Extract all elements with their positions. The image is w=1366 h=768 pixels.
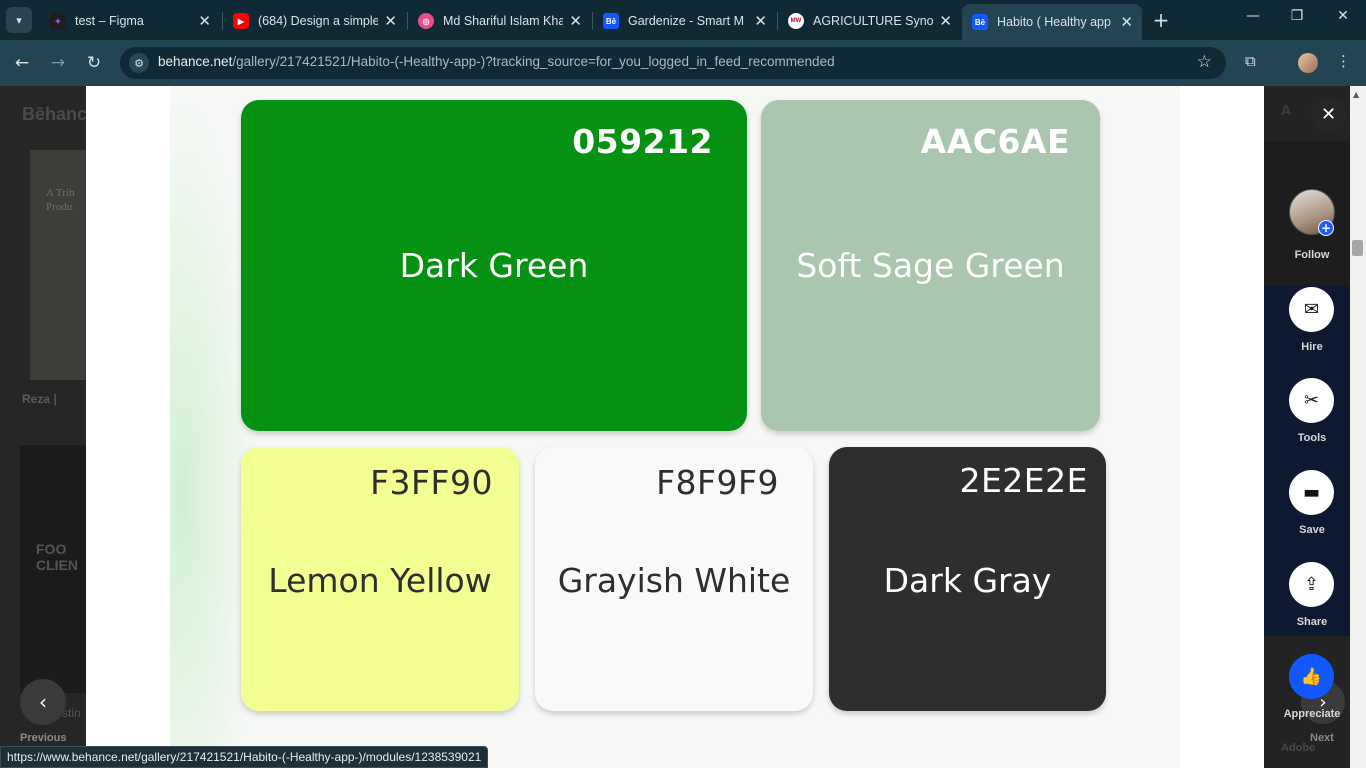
share-button[interactable]: ⇪ [1289,562,1334,607]
adobe-label: Adobe [1281,742,1316,754]
figma-icon: ✦ [50,13,66,29]
color-palette-image: 059212 Dark Green AAC6AE Soft Sage Green… [170,86,1180,768]
tab-youtube[interactable]: ▶ (684) Design a simple ✕ [223,6,406,36]
follow-label[interactable]: Follow [1272,249,1352,261]
browser-toolbar: ← → ↻ ⚙ behance.net/gallery/217421521/Ha… [0,40,1366,86]
behance-icon: Bē [972,14,988,30]
tab-title: test – Figma [75,14,144,28]
dribbble-icon: ◎ [418,13,434,29]
save-button[interactable]: ▬ [1289,470,1334,515]
tab-title: Habito ( Healthy app [997,15,1111,29]
close-tab-icon[interactable]: ✕ [754,12,767,30]
window-close-icon[interactable]: ✕ [1328,8,1358,24]
close-icon: ✕ [1320,104,1337,125]
envelope-icon: ✉ [1303,299,1320,320]
swatch-hex-code: F8F9F9 [656,463,779,502]
swatch-color-name: Grayish White [557,561,791,600]
forward-arrow-icon[interactable]: → [46,51,70,75]
hire-label: Hire [1301,341,1323,353]
swatch-color-name: Lemon Yellow [268,561,492,600]
swatch-hex-code: AAC6AE [920,122,1070,161]
browser-tab-bar: ▾ ✦ test – Figma ✕ ▶ (684) Design a simp… [0,0,1366,40]
thumbs-up-icon: 👍 [1300,666,1323,687]
tab-figma[interactable]: ✦ test – Figma ✕ [40,6,220,36]
thumbnail-text: FOO CLIEN [36,541,78,573]
swatch-grayish-white: F8F9F9 Grayish White [535,447,813,711]
swatch-soft-sage-green: AAC6AE Soft Sage Green [761,100,1100,431]
status-bar-link-preview: https://www.behance.net/gallery/21742152… [0,746,489,768]
site-settings-icon[interactable]: ⚙ [129,53,149,73]
chevron-left-icon: ‹ [39,690,47,714]
youtube-icon: ▶ [233,13,249,29]
close-tab-icon[interactable]: ✕ [198,12,211,30]
close-modal-button[interactable]: ✕ [1311,97,1346,132]
project-thumbnail[interactable]: A Trib Produ [30,150,86,380]
swatch-dark-green: 059212 Dark Green [241,100,747,431]
behance-icon: Bē [603,13,619,29]
chrome-menu-icon[interactable]: ⋮ [1336,52,1351,70]
new-tab-icon[interactable]: + [1150,7,1172,33]
merriam-webster-icon: MW [788,13,804,29]
project-owner[interactable]: Reza | [22,392,57,406]
tab-dribbble[interactable]: ◎ Md Shariful Islam Kha ✕ [408,6,591,36]
scroll-up-icon[interactable]: ▲ [1353,90,1359,99]
swatch-color-name: Soft Sage Green [796,246,1065,285]
swatch-hex-code: F3FF90 [370,463,493,502]
swatch-color-name: Dark Green [399,246,589,285]
url-text[interactable]: behance.net/gallery/217421521/Habito-(-H… [158,54,835,69]
tab-merriam-webster[interactable]: MW AGRICULTURE Synony ✕ [778,6,961,36]
share-icon: ⇪ [1303,574,1320,595]
tools-label: Tools [1297,432,1327,444]
restore-icon[interactable]: ❐ [1282,8,1312,24]
url-host: behance.net [158,54,233,69]
tools-button[interactable]: ✂ [1289,378,1334,423]
close-tab-icon[interactable]: ✕ [569,12,582,30]
project-thumbnail[interactable]: FOO CLIEN [20,445,86,693]
back-arrow-icon[interactable]: ← [10,51,34,75]
save-label: Save [1299,524,1325,536]
close-tab-icon[interactable]: ✕ [939,12,952,30]
appreciate-label: Appreciate [1283,708,1341,720]
folder-icon: ▬ [1302,482,1320,503]
tab-title: Gardenize - Smart M [628,14,745,28]
bookmark-star-icon[interactable]: ☆ [1197,52,1212,72]
previous-label: Previous [20,732,67,744]
close-tab-icon[interactable]: ✕ [384,12,397,30]
tab-gardenize[interactable]: Bē Gardenize - Smart M ✕ [593,6,776,36]
project-modal: 059212 Dark Green AAC6AE Soft Sage Green… [86,86,1264,768]
hire-button[interactable]: ✉ [1289,287,1334,332]
address-bar[interactable]: ⚙ behance.net/gallery/217421521/Habito-(… [120,47,1226,79]
tab-habito-active[interactable]: Bē Habito ( Healthy app ✕ [962,4,1142,40]
tab-title: Md Shariful Islam Kha [443,14,563,28]
swatch-hex-code: 2E2E2E [959,461,1088,500]
previous-project-button[interactable]: ‹ [20,679,66,725]
swatch-color-name: Dark Gray [883,561,1052,600]
minimize-icon[interactable]: — [1238,8,1268,24]
scrollbar-thumb[interactable] [1352,240,1363,256]
share-label: Share [1296,616,1328,628]
close-tab-icon[interactable]: ✕ [1120,13,1133,31]
profile-avatar[interactable] [1298,53,1318,73]
tools-icon: ✂ [1303,390,1320,411]
url-path: /gallery/217421521/Habito-(-Healthy-app-… [232,54,835,69]
appreciate-button[interactable]: 👍 [1289,654,1334,699]
tab-title: AGRICULTURE Synony [813,14,933,28]
follow-plus-icon[interactable]: + [1318,220,1334,236]
scrollbar[interactable] [1350,86,1366,768]
swatch-hex-code: 059212 [572,122,713,161]
thumbnail-text: A Trib Produ [46,187,75,213]
reload-icon[interactable]: ↻ [82,51,106,75]
swatch-lemon-yellow: F3FF90 Lemon Yellow [241,447,519,711]
swatch-dark-gray: 2E2E2E Dark Gray [829,447,1106,711]
tab-search-chevron-icon[interactable]: ▾ [6,7,32,33]
tab-title: (684) Design a simple [258,14,378,28]
adobe-logo-icon: A [1281,104,1292,119]
extensions-puzzle-icon[interactable]: ⧉ [1245,52,1256,70]
